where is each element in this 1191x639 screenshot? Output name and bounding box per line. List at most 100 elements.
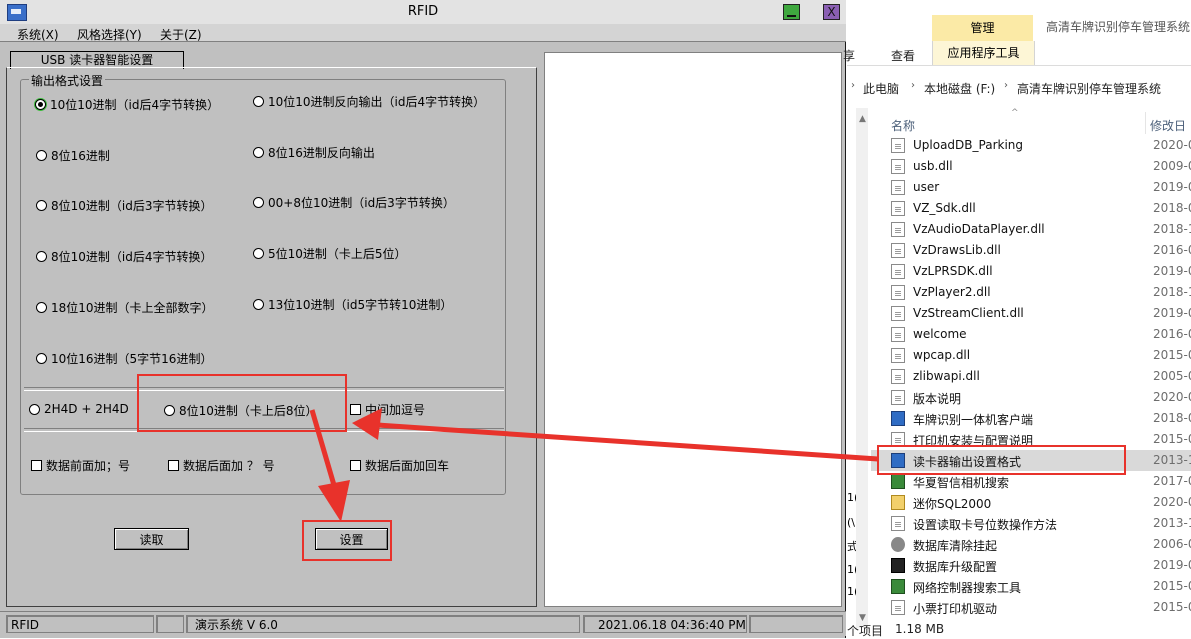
file-row[interactable]: VzStreamClient.dll 2019-0: [871, 303, 1191, 324]
ribbon-tab-manage[interactable]: 管理: [932, 15, 1033, 41]
menu-system[interactable]: 系统(X): [17, 26, 59, 43]
output-format-group: [20, 79, 506, 495]
radio-option[interactable]: 2H4D + 2H4D: [29, 402, 129, 416]
sort-up-icon: ^: [1011, 108, 1019, 118]
file-name: 华夏智信相机搜索: [913, 476, 1010, 490]
file-row[interactable]: 设置读取卡号位数操作方法 2013-1: [871, 513, 1191, 534]
radio-option[interactable]: 00+8位10进制（id后3字节转换）: [253, 194, 455, 211]
radio-label: 8位10进制（id后3字节转换）: [51, 199, 213, 213]
close-button[interactable]: X: [823, 4, 840, 20]
checkbox-label: 数据后面加回车: [365, 459, 450, 473]
file-doc-icon: [891, 600, 905, 615]
file-date: 2016-0: [1153, 327, 1191, 341]
radio-option[interactable]: 10位10进制（id后4字节转换）: [35, 96, 219, 113]
radio-option[interactable]: 8位16进制反向输出: [253, 144, 375, 161]
radio-option[interactable]: 18位10进制（卡上全部数字）: [36, 299, 214, 316]
nav-scrollbar[interactable]: ▲ ▼: [856, 108, 868, 628]
address-bar[interactable]: › 此电脑 › 本地磁盘 (F:) › 高清车牌识别停车管理系统: [847, 77, 1191, 99]
checkbox-label: 数据前面加；号: [46, 459, 131, 473]
file-row[interactable]: 网络控制器搜索工具 2015-0: [871, 576, 1191, 597]
file-date: 2013-1: [1153, 516, 1191, 530]
file-row[interactable]: welcome 2016-0: [871, 324, 1191, 345]
checkbox-indicator: [168, 460, 179, 471]
file-name: 数据库升级配置: [913, 560, 998, 574]
file-row[interactable]: VzPlayer2.dll 2018-1: [871, 282, 1191, 303]
status-selection-size: 1.18 MB: [895, 622, 945, 636]
read-button[interactable]: 读取: [114, 528, 189, 550]
file-name: 小票打印机驱动: [913, 602, 998, 616]
file-app-icon: [891, 411, 905, 426]
ribbon-tab-share[interactable]: 享: [843, 47, 855, 64]
breadcrumb-chevron-icon: ›: [851, 80, 855, 91]
file-row[interactable]: VZ_Sdk.dll 2018-0: [871, 198, 1191, 219]
scroll-up-icon[interactable]: ▲: [859, 114, 866, 124]
status-datetime: 2021.06.18 04:36:40 PM: [583, 615, 747, 633]
folder-window-title: 高清车牌识别停车管理系统: [1046, 20, 1191, 34]
radio-option[interactable]: 10位16进制（5字节16进制）: [36, 350, 212, 367]
file-doc-icon: [891, 285, 905, 300]
column-divider[interactable]: [1145, 112, 1146, 134]
radio-option[interactable]: 5位10进制（卡上后5位）: [253, 245, 407, 262]
output-format-legend: 输出格式设置: [29, 72, 106, 89]
checkbox-suffix-question[interactable]: 数据后面加 ？ 号: [168, 457, 275, 474]
ribbon: 享 查看 管理 应用程序工具 高清车牌识别停车管理系统: [843, 0, 1191, 65]
radio-option[interactable]: 13位10进制（id5字节转10进制）: [253, 296, 452, 313]
file-row[interactable]: user 2019-0: [871, 177, 1191, 198]
file-date: 2018-0: [1153, 411, 1191, 425]
checkbox-indicator: [31, 460, 42, 471]
breadcrumb-this-pc[interactable]: 此电脑: [863, 80, 899, 97]
file-name: VzAudioDataPlayer.dll: [913, 222, 1045, 236]
breadcrumb-drive[interactable]: 本地磁盘 (F:): [924, 80, 995, 97]
radio-indicator: [253, 147, 264, 158]
file-row[interactable]: zlibwapi.dll 2005-0: [871, 366, 1191, 387]
radio-label: 13位10进制（id5字节转10进制）: [268, 298, 453, 312]
file-row[interactable]: 车牌识别一体机客户端 2018-0: [871, 408, 1191, 429]
ribbon-tab-view[interactable]: 查看: [891, 47, 915, 64]
file-row[interactable]: 数据库升级配置 2019-0: [871, 555, 1191, 576]
file-doc-icon: [891, 390, 905, 405]
file-row[interactable]: 版本说明 2020-0: [871, 387, 1191, 408]
ribbon-tab-app-tools[interactable]: 应用程序工具: [932, 41, 1035, 65]
column-date-modified[interactable]: 修改日: [1150, 117, 1186, 134]
menu-about[interactable]: 关于(Z): [160, 26, 202, 43]
checkbox-comma[interactable]: 中间加逗号: [350, 401, 425, 418]
file-date: 2020-0: [1153, 138, 1191, 152]
file-row[interactable]: VzLPRSDK.dll 2019-0: [871, 261, 1191, 282]
file-row[interactable]: 小票打印机驱动 2015-0: [871, 597, 1191, 618]
column-name[interactable]: 名称: [891, 117, 915, 134]
file-row[interactable]: 迷你SQL2000 2020-0: [871, 492, 1191, 513]
output-log-area[interactable]: [544, 52, 842, 607]
file-row[interactable]: VzDrawsLib.dll 2016-0: [871, 240, 1191, 261]
menu-style[interactable]: 风格选择(Y): [77, 26, 142, 43]
file-date: 2019-0: [1153, 264, 1191, 278]
radio-indicator: [253, 248, 264, 259]
radio-option[interactable]: 8位10进制（id后3字节转换）: [36, 197, 213, 214]
file-date: 2018-1: [1153, 285, 1191, 299]
file-doc-icon: [891, 327, 905, 342]
radio-option[interactable]: 8位10进制（id后4字节转换）: [36, 248, 213, 265]
file-name: 版本说明: [913, 392, 962, 406]
file-row[interactable]: VzAudioDataPlayer.dll 2018-1: [871, 219, 1191, 240]
radio-option[interactable]: 10位10进制反向输出（id后4字节转换）: [253, 93, 485, 110]
breadcrumb-folder[interactable]: 高清车牌识别停车管理系统: [1017, 80, 1161, 97]
file-row[interactable]: wpcap.dll 2015-0: [871, 345, 1191, 366]
file-row[interactable]: 数据库清除挂起 2006-0: [871, 534, 1191, 555]
minimize-button[interactable]: [783, 4, 800, 20]
file-date: 2016-0: [1153, 243, 1191, 257]
file-doc-icon: [891, 264, 905, 279]
file-row[interactable]: usb.dll 2009-0: [871, 156, 1191, 177]
checkbox-prefix-semicolon[interactable]: 数据前面加；号: [31, 457, 130, 474]
file-name: UploadDB_Parking: [913, 138, 1024, 152]
radio-indicator: [35, 99, 46, 110]
radio-label: 10位10进制（id后4字节转换）: [50, 98, 220, 112]
file-date: 2015-0: [1153, 432, 1191, 446]
radio-label: 8位16进制反向输出: [268, 146, 375, 160]
title-bar: RFID X: [0, 0, 846, 25]
file-date: 2013-1: [1153, 453, 1191, 467]
file-date: 2017-0: [1153, 474, 1191, 488]
file-name: 设置读取卡号位数操作方法: [913, 518, 1058, 532]
checkbox-suffix-enter[interactable]: 数据后面加回车: [350, 457, 449, 474]
radio-option[interactable]: 8位16进制: [36, 147, 110, 164]
file-name: wpcap.dll: [913, 348, 971, 362]
file-row[interactable]: UploadDB_Parking 2020-0: [871, 135, 1191, 156]
